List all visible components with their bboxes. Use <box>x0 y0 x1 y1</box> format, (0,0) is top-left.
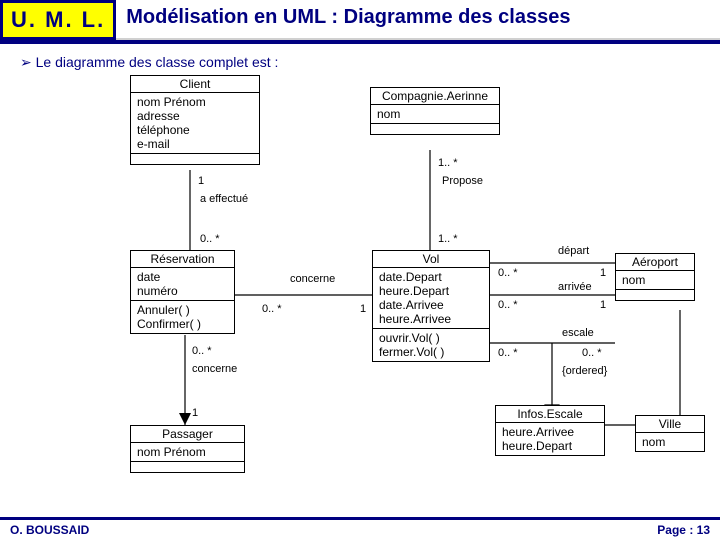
mult-comp-top: 1.. * <box>438 157 458 169</box>
author: O. BOUSSAID <box>10 523 89 537</box>
class-compagnie: Compagnie.Aerinne nom <box>370 87 500 135</box>
class-reservation: Réservation date numéro Annuler( ) Confi… <box>130 250 235 334</box>
class-aeroport: Aéroport nom <box>615 253 695 301</box>
mult-esc-l: 0.. * <box>498 347 518 359</box>
class-ville: Ville nom <box>635 415 705 452</box>
assoc-concerne1: concerne <box>290 273 335 285</box>
mult-res-0n: 0.. * <box>262 303 282 315</box>
assoc-aeffectue: a effectué <box>200 193 248 205</box>
compagnie-attrs: nom <box>371 105 499 124</box>
mult-client-0n: 0.. * <box>200 233 220 245</box>
footer: O. BOUSSAID Page : 13 <box>0 517 720 540</box>
ville-name: Ville <box>636 416 704 433</box>
reservation-attrs: date numéro <box>131 268 234 301</box>
ville-attrs: nom <box>636 433 704 451</box>
class-passager: Passager nom Prénom <box>130 425 245 473</box>
ordered-constraint: {ordered} <box>562 365 607 377</box>
connectors <box>0 75 720 505</box>
mult-respas-top: 0.. * <box>192 345 212 357</box>
passager-name: Passager <box>131 426 244 443</box>
uml-badge: U. M. L. <box>0 0 116 40</box>
intro-text: Le diagramme des classe complet est : <box>0 44 720 75</box>
mult-respas-bot: 1 <box>192 407 198 419</box>
class-infosescale: Infos.Escale heure.Arrivee heure.Depart <box>495 405 605 456</box>
passager-attrs: nom Prénom <box>131 443 244 462</box>
mult-arr-r: 1 <box>600 299 606 311</box>
reservation-name: Réservation <box>131 251 234 268</box>
mult-vol-1: 1 <box>360 303 366 315</box>
mult-arr-l: 0.. * <box>498 299 518 311</box>
mult-dep-l: 0.. * <box>498 267 518 279</box>
header-bar: U. M. L. Modélisation en UML : Diagramme… <box>0 0 720 44</box>
compagnie-name: Compagnie.Aerinne <box>371 88 499 105</box>
aeroport-ops <box>616 290 694 300</box>
infos-attrs: heure.Arrivee heure.Depart <box>496 423 604 455</box>
class-client: Client nom Prénom adresse téléphone e-ma… <box>130 75 260 165</box>
passager-ops <box>131 462 244 472</box>
diagram-canvas: Client nom Prénom adresse téléphone e-ma… <box>0 75 720 505</box>
vol-ops: ouvrir.Vol( ) fermer.Vol( ) <box>373 329 489 361</box>
assoc-propose: Propose <box>442 175 483 187</box>
aeroport-attrs: nom <box>616 271 694 290</box>
compagnie-ops <box>371 124 499 134</box>
assoc-concerne2: concerne <box>192 363 237 375</box>
mult-dep-r: 1 <box>600 267 606 279</box>
client-name: Client <box>131 76 259 93</box>
reservation-ops: Annuler( ) Confirmer( ) <box>131 301 234 333</box>
page-number: Page : 13 <box>657 523 710 537</box>
mult-client-1: 1 <box>198 175 204 187</box>
vol-attrs: date.Depart heure.Depart date.Arrivee he… <box>373 268 489 329</box>
client-attrs: nom Prénom adresse téléphone e-mail <box>131 93 259 154</box>
page-title: Modélisation en UML : Diagramme des clas… <box>116 0 720 40</box>
infos-name: Infos.Escale <box>496 406 604 423</box>
class-vol: Vol date.Depart heure.Depart date.Arrive… <box>372 250 490 362</box>
assoc-escale: escale <box>562 327 594 339</box>
mult-esc-r: 0.. * <box>582 347 602 359</box>
client-ops <box>131 154 259 164</box>
aeroport-name: Aéroport <box>616 254 694 271</box>
assoc-arrivee: arrivée <box>558 281 592 293</box>
vol-name: Vol <box>373 251 489 268</box>
mult-comp-bot: 1.. * <box>438 233 458 245</box>
assoc-depart: départ <box>558 245 589 257</box>
